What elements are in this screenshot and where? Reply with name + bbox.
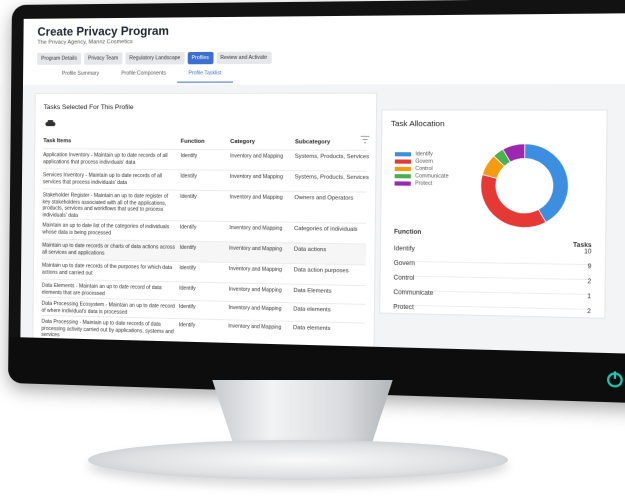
category-cell: Inventory and Mapping: [229, 245, 283, 253]
allocation-function: Govern: [393, 260, 415, 268]
allocation-function: Protect: [393, 304, 414, 312]
legend-swatch: [394, 173, 411, 178]
tab-profile-tasklist[interactable]: Profile Tasklist: [177, 70, 233, 83]
function-cell: Identify: [179, 285, 196, 292]
legend-label: Communicate: [415, 172, 449, 180]
function-cell: Identify: [180, 152, 198, 160]
allocation-count: 10: [584, 249, 592, 256]
tab-profile-components[interactable]: Profile Components: [110, 70, 177, 82]
cloud-icon[interactable]: [45, 120, 56, 126]
function-cell: Identify: [178, 303, 196, 311]
legend-swatch: [394, 158, 411, 164]
allocation-count: 2: [587, 308, 591, 316]
allocation-count: 9: [587, 264, 592, 271]
category-cell: Inventory and Mapping: [229, 194, 283, 202]
step-privacy-team[interactable]: Privacy Team: [83, 52, 123, 65]
task-allocation-panel: Task Allocation Identify Govern Control …: [379, 109, 608, 319]
legend-label: Identify: [415, 150, 433, 158]
legend-label: Govern: [415, 158, 434, 165]
step-review-activate[interactable]: Review and Activate: [216, 51, 272, 65]
function-cell: Identify: [178, 322, 196, 329]
category-cell: Inventory and Mapping: [228, 266, 282, 274]
tasks-table-header: Task Items Function Category Subcategory: [43, 132, 367, 148]
sub-tabs: Profile Summary Profile Components Profi…: [37, 69, 625, 83]
subcategory-cell: Data elements: [292, 324, 331, 333]
subcategory-cell: Data action purposes: [293, 267, 349, 275]
legend-item: Protect: [394, 179, 449, 187]
allocation-row: Protect 2: [393, 304, 591, 323]
monitor: Create Privacy Program The Privacy Agenc…: [8, 0, 625, 404]
category-cell: Inventory and Mapping: [230, 153, 284, 160]
legend-swatch: [394, 151, 412, 156]
task-cell: Maintain up to date records of the purpo…: [41, 262, 173, 277]
subcategory-cell: Data Elements: [293, 287, 332, 295]
col-subcategory[interactable]: Subcategory: [295, 139, 374, 146]
col-function[interactable]: Function: [181, 139, 226, 145]
tab-profile-summary[interactable]: Profile Summary: [51, 71, 110, 83]
step-program-details[interactable]: Program Details: [37, 52, 82, 65]
allocation-table-header: Function Tasks: [394, 229, 592, 249]
chart-legend: Identify Govern Control Communicate Prot…: [394, 150, 449, 187]
allocation-count: 1: [587, 293, 592, 301]
step-profiles[interactable]: Profiles: [187, 51, 214, 65]
task-cell: Services Inventory - Maintain up to date…: [42, 172, 163, 186]
legend-swatch: [394, 180, 411, 186]
category-cell: Inventory and Mapping: [228, 304, 282, 313]
subcategory-cell: Data actions: [293, 246, 327, 254]
task-cell: Maintain up to date records or charts of…: [42, 242, 175, 257]
category-cell: Inventory and Mapping: [228, 286, 282, 294]
power-icon[interactable]: [606, 372, 623, 388]
task-cell: Stakeholder Register - Maintain an up to…: [42, 192, 169, 219]
tasks-panel-title: Tasks Selected For This Profile: [43, 104, 134, 112]
col-task-items[interactable]: Task Items: [43, 138, 176, 145]
tasks-panel: Tasks Selected For This Profile Task Ite…: [32, 92, 378, 349]
col-function-label: Function: [394, 229, 422, 237]
subcategory-cell: Systems, Products, Services: [294, 174, 369, 182]
donut-slice-identify[interactable]: [524, 144, 569, 223]
step-tabs: Program Details Privacy Team Regulatory …: [37, 50, 625, 65]
legend-swatch: [394, 166, 411, 171]
legend-label: Protect: [415, 179, 433, 187]
subcategory-cell: Data elements: [293, 306, 331, 314]
page-header: Create Privacy Program The Privacy Agenc…: [22, 13, 625, 85]
allocation-function: Identify: [393, 246, 415, 253]
col-category[interactable]: Category: [230, 139, 291, 145]
allocation-function: Communicate: [393, 289, 434, 297]
task-cell: Application Inventory - Maintain up to d…: [43, 152, 168, 166]
function-cell: Identify: [180, 173, 197, 180]
task-allocation-title: Task Allocation: [390, 118, 445, 129]
function-cell: Identify: [179, 244, 197, 252]
allocation-count: 2: [587, 278, 592, 286]
legend-label: Control: [415, 165, 433, 172]
category-cell: Inventory and Mapping: [228, 323, 282, 331]
screen: Create Privacy Program The Privacy Agenc…: [20, 13, 625, 354]
monitor-stand-base: [88, 440, 508, 480]
donut-slice-govern[interactable]: [480, 175, 546, 228]
allocation-function: Control: [393, 275, 415, 282]
function-cell: Identify: [180, 193, 197, 201]
function-cell: Identify: [179, 224, 197, 231]
category-cell: Inventory and Mapping: [229, 173, 283, 181]
subcategory-cell: Categories of individuals: [294, 225, 358, 234]
task-allocation-donut-chart[interactable]: [477, 140, 573, 232]
category-cell: Inventory and Mapping: [229, 225, 283, 232]
subcategory-cell: Owners and Operators: [294, 194, 354, 202]
step-regulatory-landscape[interactable]: Regulatory Landscape: [125, 52, 185, 65]
function-cell: Identify: [179, 265, 196, 272]
subcategory-cell: Systems, Products, Services: [294, 153, 370, 161]
task-cell: Maintain an up to date list of the categ…: [42, 222, 170, 237]
